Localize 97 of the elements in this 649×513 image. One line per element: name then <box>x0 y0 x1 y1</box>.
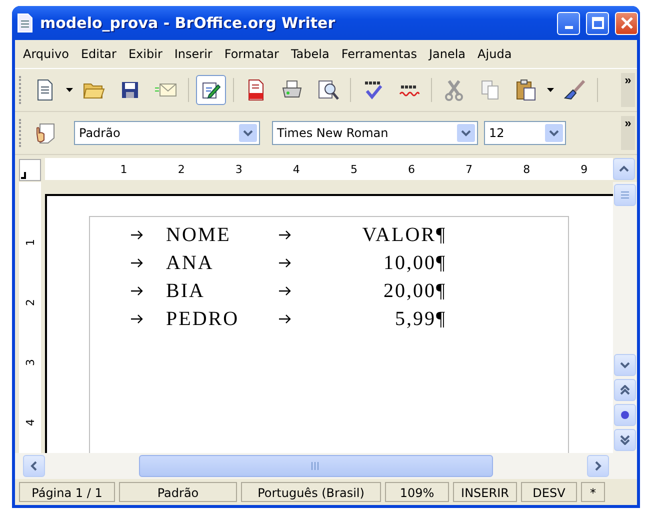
scroll-down-button[interactable] <box>614 354 636 376</box>
toolbar-overflow-button[interactable]: » <box>621 73 635 107</box>
scroll-right-button[interactable] <box>587 455 609 477</box>
window-title: modelo_prova - BrOffice.org Writer <box>40 14 336 32</box>
status-field: Padrão <box>119 482 237 502</box>
scroll-thumb[interactable] <box>139 455 493 477</box>
document-text: VALOR <box>361 224 436 246</box>
menu-item[interactable]: Janela <box>422 44 472 64</box>
folder-icon <box>83 81 105 99</box>
close-icon <box>620 17 632 29</box>
ruler-number: 1 <box>120 162 128 176</box>
scroll-thumb[interactable] <box>614 184 636 206</box>
ruler-number: 7 <box>466 162 473 176</box>
grip-icon <box>311 462 321 470</box>
status-field: 109% <box>385 482 449 502</box>
dot-icon <box>620 410 630 420</box>
paragraph-mark: ¶ <box>436 280 446 302</box>
minimize-button[interactable] <box>557 12 580 34</box>
page-magnifier-icon <box>317 79 339 101</box>
document-text: BIA <box>165 280 206 302</box>
menu-item[interactable]: Inserir <box>168 44 218 64</box>
ruler-number: 1 <box>24 238 36 246</box>
scroll-up-button[interactable] <box>613 158 635 180</box>
pdf-icon <box>247 79 265 101</box>
paragraph-mark: ¶ <box>436 252 446 274</box>
font-size-dropdown[interactable]: 12 <box>484 121 566 145</box>
paragraph-style-dropdown[interactable]: Padrão <box>74 121 260 145</box>
document-text: PEDRO <box>165 308 240 330</box>
copy-icon <box>480 79 500 101</box>
paintbrush-icon <box>564 79 586 101</box>
scroll-left-button[interactable] <box>23 455 45 477</box>
ruler-number: 3 <box>235 162 242 176</box>
navigator-button[interactable] <box>614 404 636 426</box>
minimize-icon <box>564 26 572 28</box>
dropdown-arrow-icon[interactable] <box>547 88 554 92</box>
menu-item[interactable]: Tabela <box>284 44 336 64</box>
menu-item[interactable]: Ajuda <box>472 44 518 64</box>
writer-document-icon <box>16 13 34 33</box>
close-button[interactable] <box>615 12 638 34</box>
menu-item[interactable]: Formatar <box>218 44 285 64</box>
previous-page-button[interactable] <box>614 379 636 401</box>
status-field: Página 1 / 1 <box>19 482 115 502</box>
status-field: DESV <box>521 482 577 502</box>
menu-item[interactable]: Exibir <box>122 44 168 64</box>
ruler-number: 5 <box>350 162 358 176</box>
document-text: ANA <box>165 252 215 274</box>
toolbar-button[interactable] <box>196 75 226 105</box>
envelope-icon <box>155 83 177 97</box>
ruler-number: 2 <box>24 298 36 306</box>
chevron-up-icon <box>619 164 629 174</box>
menu-item[interactable]: Arquivo <box>17 44 75 64</box>
maximize-icon <box>592 17 604 29</box>
ruler-number: 4 <box>292 162 300 176</box>
menu-item[interactable]: Editar <box>74 44 122 64</box>
maximize-button[interactable] <box>586 12 609 34</box>
tab-arrow-icon <box>130 230 144 240</box>
spellcheck-icon <box>362 80 384 100</box>
tab-stop-selector[interactable] <box>19 159 41 181</box>
new-document-icon <box>35 79 55 101</box>
document-text: NOME <box>165 224 232 246</box>
tab-arrow-icon <box>278 230 292 240</box>
ruler-number: 3 <box>24 359 36 366</box>
status-field: INSERIR <box>453 482 517 502</box>
clipboard-icon <box>516 79 536 101</box>
chevron-down-icon <box>620 360 630 370</box>
font-name-dropdown[interactable]: Times New Roman <box>272 121 478 145</box>
next-page-button[interactable] <box>614 429 636 451</box>
document-text: 20,00 <box>382 280 436 302</box>
dropdown-arrow-icon[interactable] <box>66 88 73 92</box>
ruler-number: 4 <box>24 419 36 426</box>
status-field: Português (Brasil) <box>241 482 381 502</box>
tab-arrow-icon <box>130 314 144 324</box>
menu-item[interactable]: Ferramentas <box>335 44 423 64</box>
toolbar-overflow-button[interactable]: » <box>621 116 635 150</box>
document-text: 10,00 <box>382 252 436 274</box>
paragraph-mark: ¶ <box>436 224 446 246</box>
paragraph-mark: ¶ <box>436 308 446 330</box>
tab-arrow-icon <box>278 258 292 268</box>
ruler-number: 8 <box>523 162 530 176</box>
tab-arrow-icon <box>130 258 144 268</box>
grip-icon <box>620 190 630 200</box>
scissors-icon <box>445 79 463 101</box>
double-chevron-up-icon <box>620 385 630 395</box>
chevron-right-icon <box>593 461 603 471</box>
double-chevron-down-icon <box>620 435 630 445</box>
chevron-left-icon <box>29 461 39 471</box>
status-field: * <box>581 482 605 502</box>
document-text: 5,99 <box>394 308 436 330</box>
ruler-number: 9 <box>580 162 588 176</box>
tab-arrow-icon <box>130 286 144 296</box>
ruler-number: 2 <box>178 162 185 176</box>
printer-icon <box>281 80 303 100</box>
pencil-edit-icon <box>201 80 221 100</box>
hand-page-icon <box>34 122 56 144</box>
tab-arrow-icon <box>278 286 292 296</box>
tab-arrow-icon <box>278 314 292 324</box>
ruler-number: 6 <box>408 162 415 176</box>
